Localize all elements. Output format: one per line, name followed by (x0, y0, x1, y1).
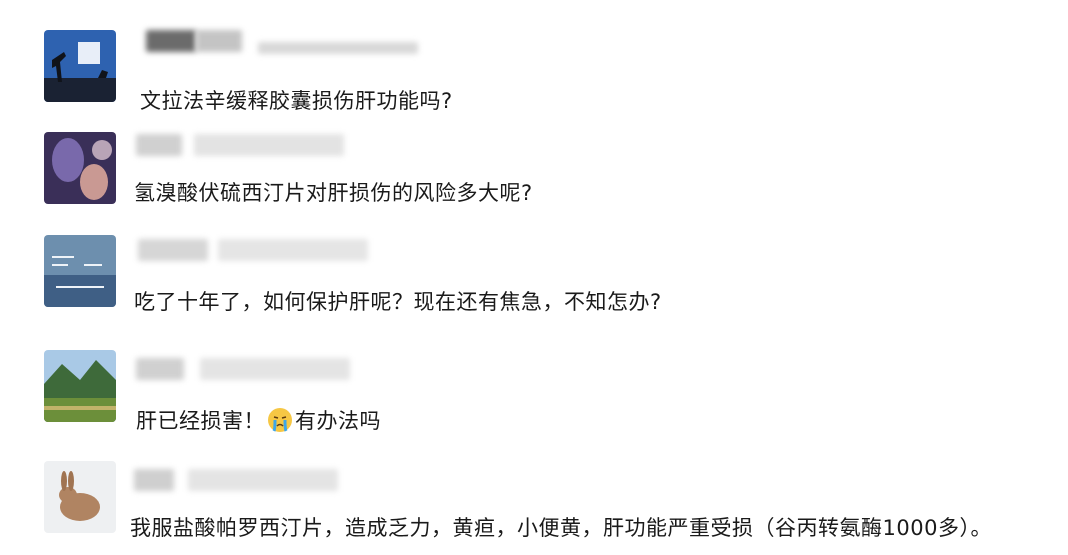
comment-item: 肝已经损害！ 有办法吗 (0, 340, 1068, 455)
green-hills-icon (44, 350, 116, 422)
comment-text-after-emoji: 有办法吗 (295, 409, 381, 433)
silhouette-landscape-icon (44, 30, 116, 102)
user-avatar[interactable] (44, 30, 116, 102)
comment-item: 我服盐酸帕罗西汀片，造成乏力，黄疸，小便黄，肝功能严重受损（谷丙转氨酶1000多… (0, 455, 1068, 555)
user-avatar[interactable] (44, 235, 116, 307)
crying-face-emoji-icon (268, 408, 292, 432)
comment-text: 文拉法辛缓释胶囊损伤肝功能吗? (140, 89, 453, 113)
blurred-photo-icon (44, 132, 116, 204)
user-avatar[interactable] (44, 132, 116, 204)
comment-text: 肝已经损害！ 有办法吗 (136, 406, 381, 436)
comment-text-before-emoji: 肝已经损害！ (136, 409, 265, 433)
comment-item: 氢溴酸伏硫西汀片对肝损伤的风险多大呢? (0, 120, 1068, 225)
comment-text: 我服盐酸帕罗西汀片，造成乏力，黄疸，小便黄，肝功能严重受损（谷丙转氨酶1000多… (130, 516, 992, 540)
comment-text: 氢溴酸伏硫西汀片对肝损伤的风险多大呢? (134, 181, 533, 205)
user-avatar[interactable] (44, 350, 116, 422)
rabbit-icon (44, 461, 116, 533)
user-avatar[interactable] (44, 461, 116, 533)
comment-item: 吃了十年了，如何保护肝呢？现在还有焦急，不知怎办? (0, 225, 1068, 340)
comment-text: 吃了十年了，如何保护肝呢？现在还有焦急，不知怎办? (134, 290, 662, 314)
handwriting-sky-icon (44, 235, 116, 307)
comment-item: 文拉法辛缓释胶囊损伤肝功能吗? (0, 0, 1068, 120)
